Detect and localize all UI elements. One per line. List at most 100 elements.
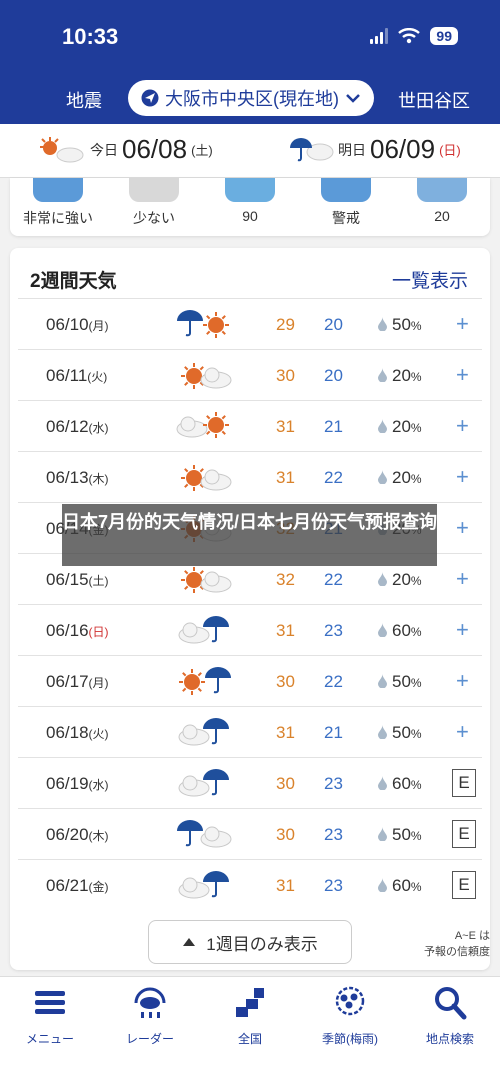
search-icon	[435, 987, 467, 1020]
forecast-title: 2週間天気	[30, 271, 117, 292]
expand-plus-icon[interactable]: +	[456, 311, 469, 337]
tab-menu[interactable]: メニュー	[0, 985, 100, 1047]
sun-cloud-icon	[181, 363, 232, 389]
day-of-week: (日)	[439, 143, 461, 158]
forecast-row[interactable]: 06/10(月) 29 20 50% +	[18, 298, 482, 349]
expand-plus-icon[interactable]: +	[456, 617, 469, 643]
today-tab[interactable]: 今日 06/08 (土)	[38, 134, 213, 165]
row-day-of-week: (日)	[88, 625, 109, 639]
expand-plus-icon[interactable]: +	[456, 719, 469, 745]
row-day-of-week: (火)	[87, 370, 108, 384]
reliability-note: A~E は 予報の信頼度	[400, 928, 490, 960]
high-temp: 30	[276, 672, 295, 691]
radar-icon	[134, 987, 166, 1018]
app-header: 10:33 99 地震 大阪市中央区(現在地) 世田谷区	[0, 0, 500, 124]
expand-plus-icon[interactable]: +	[456, 515, 469, 541]
day-date: 06/08	[122, 134, 188, 164]
high-temp: 30	[276, 825, 295, 844]
percent-unit: %	[410, 829, 422, 843]
forecast-row[interactable]: 06/13(木) 31 22 20% +	[18, 451, 482, 502]
row-day-of-week: (月)	[88, 676, 109, 690]
reliability-badge: E	[452, 820, 476, 848]
tab-label: 季節(梅雨)	[322, 1032, 378, 1046]
row-date: 06/15(土)	[46, 570, 109, 589]
signal-icon	[370, 28, 389, 44]
high-temp: 31	[276, 723, 295, 742]
index-item[interactable]: 20	[402, 178, 482, 224]
umbrella-cloud-icon	[290, 137, 334, 161]
forecast-row[interactable]: 06/18(火) 31 21 50% +	[18, 706, 482, 757]
tab-season[interactable]: 季節(梅雨)	[300, 985, 400, 1047]
list-view-link[interactable]: 一覧表示	[392, 266, 468, 293]
row-day-of-week: (火)	[88, 727, 109, 741]
expand-plus-icon[interactable]: +	[456, 566, 469, 592]
index-item[interactable]: 警戒	[306, 178, 386, 228]
rain-probability: 20%	[392, 417, 422, 437]
earthquake-link[interactable]: 地震	[66, 87, 102, 113]
raindrop-icon	[378, 725, 387, 739]
rain-probability-value: 50	[392, 723, 411, 742]
tab-label: 地点検索	[425, 1032, 474, 1046]
high-temp: 30	[276, 366, 295, 385]
expand-plus-icon[interactable]: +	[456, 413, 469, 439]
day-label: 今日	[90, 141, 118, 158]
low-temp: 20	[324, 366, 343, 385]
rain-probability-value: 60	[392, 621, 411, 640]
rain-cloud-icon	[177, 820, 232, 848]
rain-probability: 50%	[392, 825, 422, 845]
weather-index-strip: 非常に強い 少ない 90 警戒 20	[10, 178, 490, 236]
raindrop-icon	[378, 368, 387, 382]
setagaya-link[interactable]: 世田谷区	[398, 87, 470, 113]
index-value: 20	[434, 208, 450, 224]
low-temp: 22	[324, 570, 343, 589]
rain-probability-value: 20	[392, 366, 411, 385]
row-date: 06/13(木)	[46, 468, 109, 487]
tomorrow-tab[interactable]: 明日 06/09 (日)	[288, 134, 461, 165]
index-item[interactable]: 90	[210, 178, 290, 224]
location-arrow-icon	[141, 89, 159, 107]
forecast-row[interactable]: 06/11(火) 30 20 20% +	[18, 349, 482, 400]
low-temp: 21	[324, 723, 343, 742]
forecast-row[interactable]: 06/21(金) 31 23 60% E	[18, 859, 482, 910]
location-selector[interactable]: 大阪市中央区(現在地)	[128, 80, 374, 116]
tab-label: 全国	[237, 1032, 262, 1046]
raindrop-icon	[378, 572, 387, 586]
status-icons: 99	[370, 27, 458, 45]
tab-location-search[interactable]: 地点検索	[400, 985, 500, 1047]
percent-unit: %	[410, 676, 422, 690]
expand-plus-icon[interactable]: +	[456, 464, 469, 490]
low-temp: 21	[324, 417, 343, 436]
rain-probability: 20%	[392, 468, 422, 488]
row-date: 06/11(火)	[46, 366, 108, 385]
heat-face-icon	[321, 178, 371, 202]
first-week-only-button[interactable]: 1週目のみ表示	[148, 920, 352, 964]
expand-plus-icon[interactable]: +	[456, 362, 469, 388]
high-temp: 29	[276, 315, 295, 334]
forecast-row[interactable]: 06/19(水) 30 23 60% E	[18, 757, 482, 808]
forecast-row[interactable]: 06/12(水) 31 21 20% +	[18, 400, 482, 451]
index-item[interactable]: 少ない	[114, 178, 194, 228]
cloud-rain-icon	[178, 871, 229, 899]
percent-unit: %	[410, 880, 422, 894]
percent-unit: %	[410, 625, 422, 639]
low-temp: 20	[324, 315, 343, 334]
low-temp: 23	[324, 774, 343, 793]
row-date: 06/18(火)	[46, 723, 109, 742]
low-temp: 22	[324, 468, 343, 487]
sun-cloud-icon	[181, 567, 232, 593]
forecast-row[interactable]: 06/20(木) 30 23 50% E	[18, 808, 482, 859]
forecast-row[interactable]: 06/17(月) 30 22 50% +	[18, 655, 482, 706]
row-day-of-week: (木)	[88, 829, 109, 843]
high-temp: 32	[276, 570, 295, 589]
week-button-label: 1週目のみ表示	[206, 934, 318, 954]
tab-radar[interactable]: レーダー	[100, 985, 200, 1047]
percent-unit: %	[410, 421, 422, 435]
expand-plus-icon[interactable]: +	[456, 668, 469, 694]
index-item[interactable]: 非常に強い	[18, 178, 98, 228]
forecast-row[interactable]: 06/16(日) 31 23 60% +	[18, 604, 482, 655]
tab-nationwide[interactable]: 全国	[200, 985, 300, 1047]
day-date: 06/09	[370, 134, 436, 164]
index-value: 少ない	[133, 210, 175, 226]
location-nav: 地震 大阪市中央区(現在地) 世田谷区	[0, 78, 500, 118]
row-date: 06/10(月)	[46, 315, 109, 334]
